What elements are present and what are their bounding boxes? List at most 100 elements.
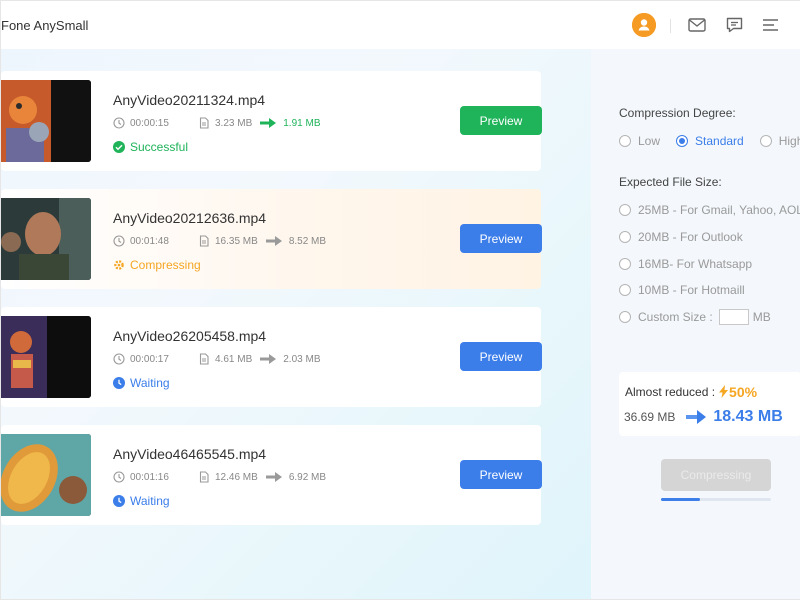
file-meta: 00:00:15 3.23 MB 1.91 MB [113, 117, 321, 129]
radio-button[interactable] [676, 135, 689, 147]
preview-button[interactable]: Preview [460, 342, 542, 371]
size-comparison: 36.69 MB 18.43 MB [624, 408, 783, 426]
custom-size-input[interactable] [718, 309, 749, 325]
expected-size-label: Expected File Size: [619, 175, 722, 189]
size-option-whatsapp[interactable]: 16MB- For Whatsapp [619, 257, 752, 271]
file-card[interactable]: AnyVideo20212636.mp4 00:01:48 16.35 MB 8… [1, 189, 542, 289]
radio-button[interactable] [619, 204, 631, 216]
file-card[interactable]: AnyVideo20211324.mp4 00:00:15 3.23 MB 1.… [1, 71, 542, 171]
file-duration: 00:01:16 [130, 471, 169, 483]
radio-button[interactable] [619, 135, 631, 147]
reduction-percent: 50% [719, 384, 757, 400]
user-avatar-icon[interactable] [632, 13, 656, 37]
file-icon [198, 235, 210, 247]
file-name: AnyVideo46465545.mp4 [113, 446, 267, 462]
preview-button[interactable]: Preview [460, 106, 542, 135]
size-option-custom[interactable]: Custom Size : MB [619, 309, 771, 325]
size-option-label: 25MB - For Gmail, Yahoo, AOL [638, 203, 800, 217]
original-total-size: 36.69 MB [624, 410, 676, 424]
gear-icon [113, 259, 125, 271]
file-duration: 00:00:15 [130, 117, 169, 129]
file-duration: 00:00:17 [130, 353, 169, 365]
video-thumbnail [1, 198, 91, 280]
video-thumbnail [1, 316, 91, 398]
app-window: Fone AnySmall AnyVideo20211324.mp4 00:00… [0, 0, 800, 600]
new-file-size: 8.52 MB [288, 235, 327, 247]
video-thumbnail [1, 80, 91, 162]
header-divider [670, 19, 671, 33]
arrow-right-icon [259, 117, 277, 129]
preview-button[interactable]: Preview [460, 460, 542, 489]
progress-fill [661, 498, 700, 501]
size-option-outlook[interactable]: 20MB - For Outlook [619, 230, 743, 244]
degree-option-label: Standard [695, 134, 744, 148]
compression-progress-bar [661, 498, 771, 501]
size-option-label: 20MB - For Outlook [638, 230, 743, 244]
file-card[interactable]: AnyVideo46465545.mp4 00:01:16 12.46 MB 6… [1, 425, 542, 525]
status-badge: Successful [113, 140, 188, 154]
file-size: 4.61 MB [215, 353, 253, 365]
status-text: Waiting [130, 376, 170, 390]
status-text: Compressing [130, 258, 201, 272]
settings-panel: Compression Degree: Low Standard High Ex… [591, 49, 800, 599]
clock-icon [113, 117, 125, 129]
degree-option-standard[interactable]: Standard [676, 134, 744, 148]
size-option-hotmail[interactable]: 10MB - For Hotmaill [619, 283, 745, 297]
arrow-right-icon [265, 235, 283, 247]
preview-button[interactable]: Preview [460, 224, 542, 253]
file-duration: 00:01:48 [130, 235, 169, 247]
clock-icon [113, 353, 125, 365]
mail-icon[interactable] [685, 13, 709, 37]
reduction-line: Almost reduced : 50% [625, 384, 757, 400]
arrow-right-icon [265, 471, 283, 483]
size-option-gmail[interactable]: 25MB - For Gmail, Yahoo, AOL [619, 203, 800, 217]
custom-size-unit: MB [752, 310, 771, 324]
degree-option-low[interactable]: Low [619, 134, 660, 148]
arrow-right-icon [685, 409, 707, 425]
radio-button[interactable] [759, 135, 772, 147]
file-name: AnyVideo26205458.mp4 [113, 328, 267, 344]
status-badge: Waiting [113, 494, 170, 508]
reduction-summary: Almost reduced : 50% 36.69 MB 18.43 MB [619, 372, 800, 436]
status-badge: Waiting [113, 376, 170, 390]
status-text: Waiting [130, 494, 170, 508]
lightning-icon [719, 385, 729, 398]
clock-filled-icon [113, 377, 125, 389]
expected-total-size: 18.43 MB [713, 408, 783, 425]
file-meta: 00:01:48 16.35 MB 8.52 MB [113, 235, 326, 247]
radio-button[interactable] [619, 284, 631, 296]
clock-icon [113, 471, 125, 483]
degree-option-label: Low [638, 134, 661, 148]
app-title: Fone AnySmall [1, 18, 89, 33]
chat-icon[interactable] [722, 13, 746, 37]
compress-button[interactable]: Compressing [661, 459, 771, 491]
custom-size-label: Custom Size : [638, 310, 713, 324]
file-meta: 00:00:17 4.61 MB 2.03 MB [113, 353, 321, 365]
clock-filled-icon [113, 495, 125, 507]
file-size: 3.23 MB [215, 117, 253, 129]
degree-option-label: High [778, 134, 800, 148]
compression-degree-options: Low Standard High [619, 134, 800, 148]
file-name: AnyVideo20211324.mp4 [113, 92, 266, 108]
size-option-label: 16MB- For Whatsapp [638, 257, 753, 271]
radio-button[interactable] [619, 231, 631, 243]
clock-icon [113, 235, 125, 247]
check-circle-icon [113, 141, 125, 153]
file-card[interactable]: AnyVideo26205458.mp4 00:00:17 4.61 MB 2.… [1, 307, 542, 407]
compression-degree-label: Compression Degree: [619, 106, 736, 120]
radio-button[interactable] [619, 311, 631, 323]
radio-button[interactable] [619, 258, 631, 270]
video-thumbnail [1, 434, 91, 516]
degree-option-high[interactable]: High [759, 134, 800, 148]
file-size: 16.35 MB [215, 235, 258, 247]
file-list-panel: AnyVideo20211324.mp4 00:00:15 3.23 MB 1.… [1, 49, 591, 599]
file-meta: 00:01:16 12.46 MB 6.92 MB [113, 471, 326, 483]
status-text: Successful [130, 140, 189, 154]
menu-icon[interactable] [758, 13, 782, 37]
file-icon [198, 353, 210, 365]
new-file-size: 2.03 MB [283, 353, 321, 365]
file-icon [198, 117, 210, 129]
arrow-right-icon [259, 353, 277, 365]
size-option-label: 10MB - For Hotmaill [638, 283, 745, 297]
file-icon [198, 471, 210, 483]
